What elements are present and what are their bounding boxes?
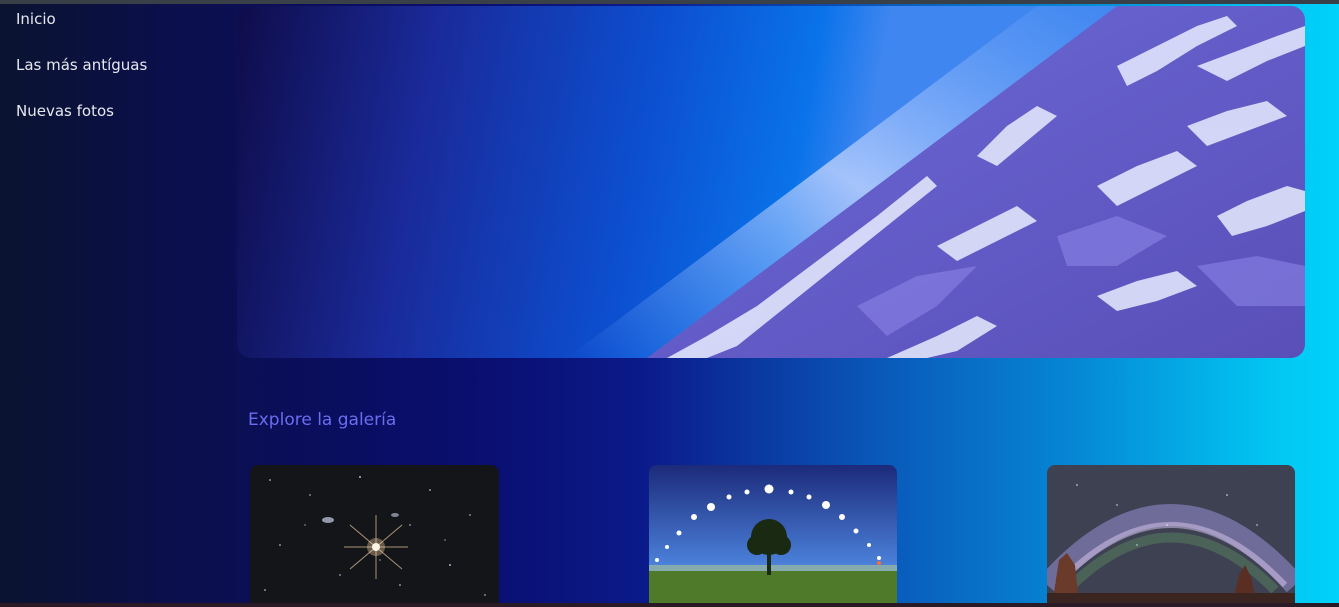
gallery-card-star[interactable] [250, 465, 499, 605]
gallery-card-milky-way[interactable] [1047, 465, 1295, 605]
gallery-title: Explore la galería [248, 410, 397, 430]
earth-horizon-photo-icon [567, 6, 1305, 358]
nav-link-nuevas-fotos[interactable]: Nuevas fotos [16, 101, 114, 121]
window-top-border [0, 0, 1339, 4]
nav-link-inicio[interactable]: Inicio [16, 9, 56, 29]
nav-link-las-mas-antiguas[interactable]: Las más antíguas [16, 55, 147, 75]
bright-star-photo-icon [250, 465, 499, 605]
sun-arc-tree-photo-icon [649, 465, 897, 605]
window-bottom-border [0, 603, 1339, 607]
gallery-card-sun-arc[interactable] [649, 465, 897, 605]
milky-way-arch-photo-icon [1047, 465, 1295, 605]
hero-image [237, 6, 1305, 358]
